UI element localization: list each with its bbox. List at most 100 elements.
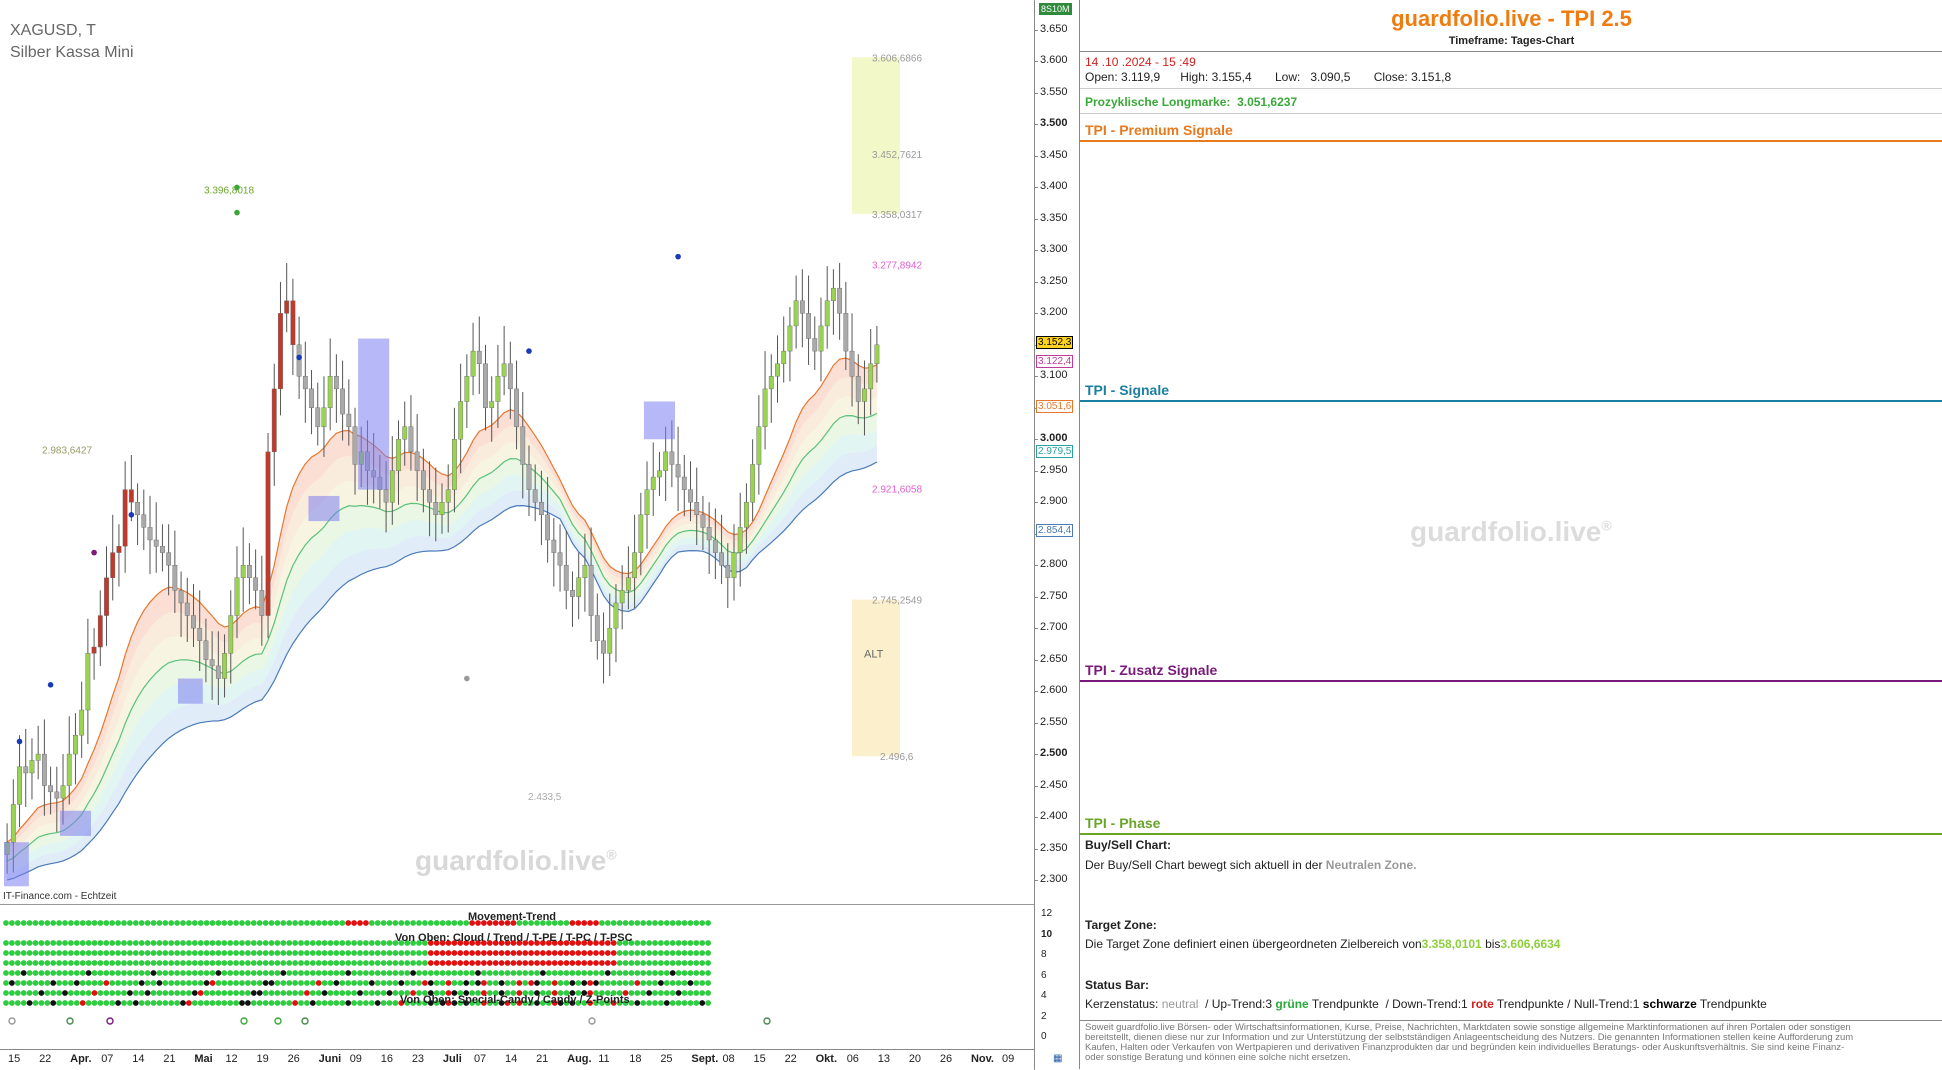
candle-body [321, 407, 327, 427]
trend-dot [280, 960, 287, 966]
trend-dot [203, 990, 210, 996]
candle-body [787, 325, 793, 352]
trend-dot [416, 920, 422, 926]
candle-body [445, 489, 451, 503]
indicator-panel: Movement-Trend Von Oben: Cloud / Trend /… [0, 904, 1035, 1049]
trend-dot [457, 920, 464, 926]
candle-body [868, 363, 874, 390]
z-point-dot [240, 1017, 248, 1025]
trend-dot [599, 960, 605, 966]
trend-dot [705, 980, 711, 986]
trend-dot [68, 1000, 74, 1006]
candle-body [97, 615, 103, 648]
trend-dot [652, 980, 658, 986]
trend-dot [551, 980, 558, 986]
candle-body [35, 753, 41, 761]
trend-dot [693, 960, 700, 966]
candle-body [694, 502, 700, 516]
trend-dot [38, 990, 45, 996]
trend-dot [345, 1000, 352, 1006]
trend-dot [215, 1000, 222, 1006]
trend-dot [227, 1000, 234, 1006]
price-annotation: 3.358,0317 [872, 210, 922, 221]
null-word: schwarze [1642, 997, 1697, 1011]
trend-dot [268, 980, 275, 986]
trend-dot [498, 980, 505, 986]
trend-dot [622, 950, 629, 956]
trend-dot [32, 960, 39, 966]
trend-dot [616, 970, 623, 976]
trend-dot [304, 950, 310, 956]
trend-dot [652, 1000, 658, 1006]
trend-dot [250, 970, 257, 976]
candle-body [874, 344, 880, 364]
trend-dot [687, 940, 694, 946]
low-value: 3.090,5 [1310, 70, 1351, 84]
trend-dot [14, 940, 21, 946]
trend-dot [221, 970, 228, 976]
target-mid: bis [1485, 937, 1501, 951]
signal-box [308, 495, 340, 522]
candle-body [408, 426, 414, 453]
trend-dot [593, 970, 599, 976]
trend-dot [26, 960, 33, 966]
trend-dot [309, 990, 316, 996]
trend-dot [221, 960, 228, 966]
trend-dot [646, 950, 652, 956]
trend-dot [215, 950, 222, 956]
signal-dot [234, 184, 240, 191]
trend-dot [587, 950, 593, 956]
trend-dot [186, 980, 192, 986]
trend-dot [587, 960, 593, 966]
trend-dot [62, 920, 68, 926]
trend-dot [138, 980, 145, 986]
trend-dot [321, 920, 328, 926]
trend-dot [115, 970, 121, 976]
trend-dot [126, 970, 133, 976]
down-word: rote [1471, 997, 1494, 1011]
trend-dot [427, 950, 434, 956]
trend-dot [268, 950, 275, 956]
trend-dot [20, 990, 27, 996]
trend-dot [374, 920, 381, 926]
trend-dot [604, 920, 611, 926]
up-trendpunkte: Trendpunkte [1311, 997, 1379, 1011]
trend-dot [79, 970, 86, 976]
trend-dot [268, 960, 275, 966]
trend-dot [26, 970, 33, 976]
trend-dot [658, 970, 664, 976]
trend-dot [209, 1000, 216, 1006]
trend-dot [292, 960, 298, 966]
trend-dot [333, 940, 340, 946]
trend-dot [363, 940, 369, 946]
trend-dot [398, 970, 405, 976]
trend-dot [581, 950, 588, 956]
trend-dot [427, 970, 434, 976]
trend-dot [20, 920, 27, 926]
trend-dot [333, 990, 340, 996]
trend-dot [652, 940, 658, 946]
trend-dot [616, 950, 623, 956]
trend-dot [610, 970, 617, 976]
trend-dot [534, 970, 540, 976]
trend-dot [327, 1000, 334, 1006]
signal-dot [91, 549, 97, 556]
trend-dot [298, 980, 304, 986]
trend-dot [622, 970, 629, 976]
price-chart[interactable]: XAGUSD, T Silber Kassa Mini 3.606,6866 3.… [0, 0, 1035, 903]
trend-dot [156, 980, 163, 986]
trend-dot [309, 950, 316, 956]
trend-dot [91, 960, 98, 966]
trend-dot [250, 920, 257, 926]
trend-dot [56, 950, 62, 956]
settings-icon[interactable]: ▦ [1053, 1053, 1062, 1064]
signal-dot [128, 512, 135, 518]
trend-dot [321, 1000, 328, 1006]
trend-dot [203, 1000, 210, 1006]
trend-dot [73, 920, 80, 926]
candlestick-chart-svg[interactable]: 3.606,6866 3.452,7621 3.358,0317 3.277,8942… [0, 0, 1034, 903]
trend-dot [386, 1000, 393, 1006]
trend-dot [380, 960, 387, 966]
trend-dot [62, 990, 68, 996]
trend-dot [150, 1000, 157, 1006]
